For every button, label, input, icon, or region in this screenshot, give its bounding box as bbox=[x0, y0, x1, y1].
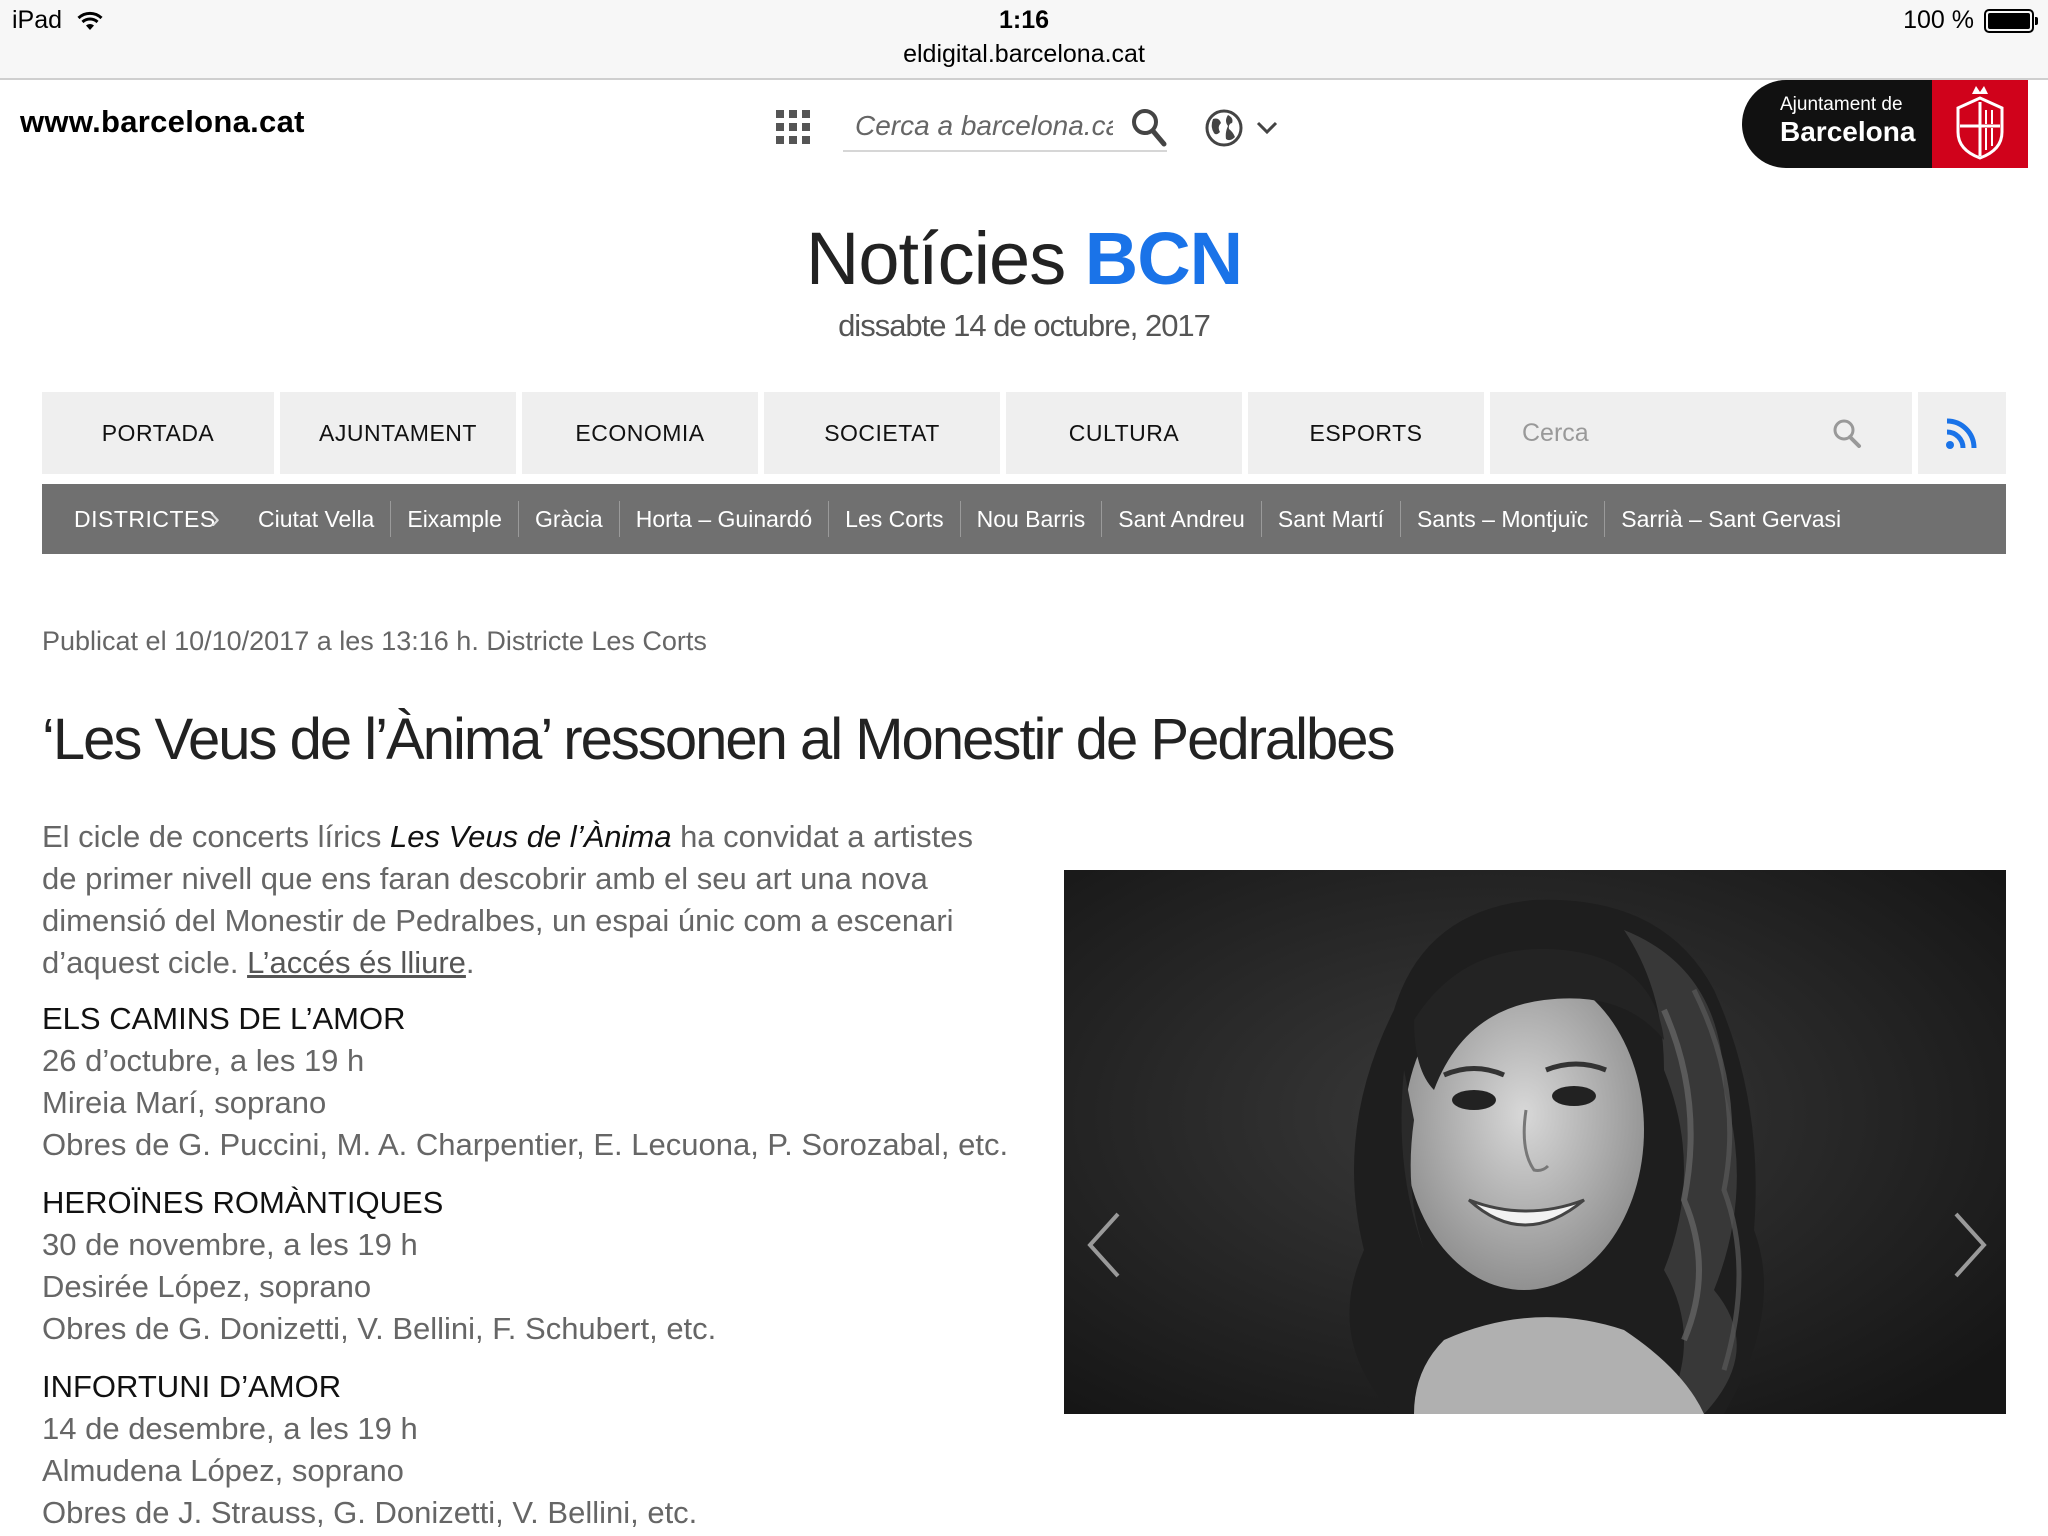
rss-button[interactable] bbox=[1918, 392, 2006, 474]
nav-esports[interactable]: ESPORTS bbox=[1248, 392, 1484, 474]
main-nav: PORTADA AJUNTAMENT ECONOMIA SOCIETAT CUL… bbox=[42, 392, 2006, 474]
rss-icon bbox=[1946, 418, 1977, 449]
concert-block: INFORTUNI D’AMOR 14 de desembre, a les 1… bbox=[42, 1366, 1042, 1534]
nav-societat[interactable]: SOCIETAT bbox=[764, 392, 1000, 474]
concert-artist: Mireia Marí, soprano bbox=[42, 1085, 327, 1120]
concert-date: 26 d’octubre, a les 19 h bbox=[42, 1043, 365, 1078]
concert-date: 30 de novembre, a les 19 h bbox=[42, 1227, 418, 1262]
ajuntament-logo[interactable]: Ajuntament de Barcelona bbox=[1742, 80, 2028, 168]
title-part1: Notícies bbox=[805, 217, 1085, 300]
concert-works: Obres de G. Puccini, M. A. Charpentier, … bbox=[42, 1127, 1009, 1162]
site-search-input[interactable] bbox=[843, 104, 1113, 148]
language-selector[interactable] bbox=[1204, 108, 1278, 148]
district-link[interactable]: Sants – Montjuïc bbox=[1401, 501, 1606, 537]
district-link[interactable]: Sarrià – Sant Gervasi bbox=[1605, 501, 1857, 537]
soprano-portrait bbox=[1064, 870, 2006, 1414]
district-link[interactable]: Eixample bbox=[391, 501, 519, 537]
article-intro: El cicle de concerts lírics Les Veus de … bbox=[42, 816, 992, 984]
site-search bbox=[843, 104, 1167, 152]
district-link[interactable]: Les Corts bbox=[829, 501, 961, 537]
district-link[interactable]: Sant Andreu bbox=[1102, 501, 1262, 537]
clock: 1:16 bbox=[998, 6, 1050, 34]
title-part2: BCN bbox=[1084, 217, 1243, 300]
nav-economia[interactable]: ECONOMIA bbox=[522, 392, 758, 474]
publish-info: Publicat el 10/10/2017 a les 13:16 h. Di… bbox=[42, 626, 707, 656]
logo-line2: Barcelona bbox=[1780, 116, 1916, 147]
search-icon[interactable] bbox=[1832, 418, 1862, 448]
concert-works: Obres de G. Donizetti, V. Bellini, F. Sc… bbox=[42, 1311, 717, 1346]
nav-cultura[interactable]: CULTURA bbox=[1006, 392, 1242, 474]
concert-artist: Almudena López, soprano bbox=[42, 1453, 404, 1488]
district-link[interactable]: Horta – Guinardó bbox=[620, 501, 830, 537]
concert-date: 14 de desembre, a les 19 h bbox=[42, 1411, 418, 1446]
globe-icon bbox=[1205, 109, 1243, 147]
free-access-link[interactable]: L’accés és lliure bbox=[247, 945, 466, 980]
article-headline: ‘Les Veus de l’Ànima’ ressonen al Monest… bbox=[42, 707, 1396, 772]
districts-label[interactable]: DISTRICTES bbox=[42, 506, 215, 533]
cycle-name: Les Veus de l’Ànima bbox=[390, 819, 672, 854]
site-title[interactable]: Notícies BCN bbox=[0, 216, 2048, 301]
chevron-right-icon: › bbox=[210, 502, 220, 535]
concert-title: ELS CAMINS DE L’AMOR bbox=[42, 1001, 406, 1036]
concert-block: ELS CAMINS DE L’AMOR 26 d’octubre, a les… bbox=[42, 998, 1042, 1166]
status-bar: iPad 1:16 eldigital.barcelona.cat 100 % bbox=[0, 0, 2048, 80]
concert-works: Obres de J. Strauss, G. Donizetti, V. Be… bbox=[42, 1495, 698, 1530]
battery-percent: 100 % bbox=[1903, 6, 1974, 34]
search-icon[interactable] bbox=[1131, 108, 1167, 148]
coat-of-arms-icon bbox=[1932, 80, 2028, 168]
carousel-next-icon[interactable] bbox=[1950, 1210, 1990, 1280]
concert-title: HEROÏNES ROMÀNTIQUES bbox=[42, 1185, 444, 1220]
logo-line1: Ajuntament de bbox=[1780, 94, 1903, 115]
district-link[interactable]: Sant Martí bbox=[1262, 501, 1401, 537]
nav-portada[interactable]: PORTADA bbox=[42, 392, 274, 474]
status-right: 100 % bbox=[1903, 6, 2038, 35]
district-link[interactable]: Ciutat Vella bbox=[242, 501, 392, 537]
district-link[interactable]: Nou Barris bbox=[961, 501, 1103, 537]
concert-title: INFORTUNI D’AMOR bbox=[42, 1369, 342, 1404]
address-bar-url[interactable]: eldigital.barcelona.cat bbox=[0, 40, 2048, 69]
district-link[interactable]: Gràcia bbox=[519, 501, 620, 537]
nav-ajuntament[interactable]: AJUNTAMENT bbox=[280, 392, 516, 474]
districts-bar: DISTRICTES › Ciutat Vella Eixample Gràci… bbox=[42, 484, 2006, 554]
intro-text: . bbox=[465, 945, 475, 980]
battery-icon bbox=[1984, 8, 2038, 33]
apps-grid-icon[interactable] bbox=[776, 110, 810, 144]
news-search bbox=[1490, 392, 1912, 474]
intro-text: El cicle de concerts lírics bbox=[42, 819, 390, 854]
chevron-down-icon bbox=[1256, 121, 1278, 135]
site-home-link[interactable]: www.barcelona.cat bbox=[20, 104, 305, 140]
news-search-input[interactable] bbox=[1490, 392, 1820, 474]
concert-block: HEROÏNES ROMÀNTIQUES 30 de novembre, a l… bbox=[42, 1182, 1042, 1350]
concert-artist: Desirée López, soprano bbox=[42, 1269, 372, 1304]
current-date: dissabte 14 de octubre, 2017 bbox=[838, 308, 1211, 343]
carousel-prev-icon[interactable] bbox=[1084, 1210, 1124, 1280]
photo-carousel bbox=[1064, 870, 2006, 1414]
